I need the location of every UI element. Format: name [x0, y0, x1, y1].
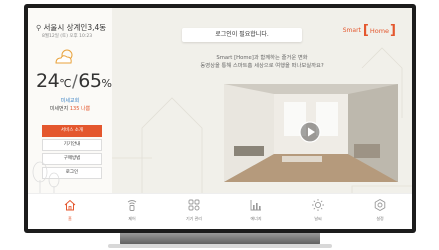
nav-label-home: 홈: [68, 216, 72, 221]
tree-decoration-icon: [32, 161, 60, 193]
nav-item-weather[interactable]: 날씨: [298, 198, 338, 226]
location: ⚲ 서울시 상계인3,4동: [36, 22, 106, 33]
main-panel: 로그인이 필요합니다. Smart [ Home ] Smart [Home]과…: [112, 8, 412, 193]
nav-item-settings[interactable]: 설정: [360, 198, 400, 226]
location-text: 서울시 상계인3,4동: [43, 23, 107, 32]
temperature-value: 24: [36, 70, 60, 92]
settings-icon: [374, 198, 386, 212]
login-required-banner[interactable]: 로그인이 필요합니다.: [182, 28, 302, 42]
tv-stand-shadow: [108, 244, 332, 248]
promo-line-2: 동영상을 통해 스마트홈 세상으로 여행을 떠나보실까요?: [200, 63, 324, 69]
bracket-right-icon: ]: [390, 23, 396, 38]
nav-item-home[interactable]: 홈: [50, 198, 90, 226]
play-icon[interactable]: [299, 121, 321, 143]
location-pin-icon: ⚲: [36, 24, 42, 32]
nav-label-weather: 날씨: [314, 216, 322, 221]
dust-label: 미세먼지: [49, 106, 69, 112]
promo-text: Smart [Home]과 함께하는 즐거운 변화 동영상을 통해 스마트홈 세…: [167, 54, 357, 70]
nav-item-energy[interactable]: 에너지: [236, 198, 276, 226]
brand-name: Home: [369, 26, 390, 35]
humidity-value: 65: [78, 70, 102, 92]
home-icon: [64, 199, 76, 211]
nav-label-control: 제어: [128, 216, 136, 221]
air-quality-label: 미세교회: [60, 98, 80, 104]
humidity-unit: %: [101, 77, 112, 90]
promo-line-1: Smart [Home]과 함께하는 즐거운 변화: [216, 55, 308, 61]
menu-service-intro-button[interactable]: 서비스 소개: [42, 125, 102, 137]
nav-item-control[interactable]: 제어: [112, 198, 152, 226]
nav-item-device-manage[interactable]: 기기 관리: [174, 198, 214, 226]
intro-video-player[interactable]: [224, 84, 398, 182]
bottom-navigation: 홈 제어 기기 관리 에너지 날씨 설정: [28, 193, 412, 229]
nav-label-device-manage: 기기 관리: [186, 216, 202, 221]
temperature-unit: ℃: [59, 77, 72, 90]
partly-cloudy-icon: [55, 49, 73, 64]
weather-sun-icon: [312, 199, 324, 211]
brand-logo: Smart [ Home ]: [343, 24, 396, 37]
menu-device-guide-button[interactable]: 기기안내: [42, 139, 102, 151]
device-manage-icon: [188, 199, 200, 211]
separator: /: [72, 72, 78, 92]
nav-label-settings: 설정: [376, 216, 384, 221]
brand-prefix: Smart: [342, 27, 361, 34]
tv-screen: ⚲ 서울시 상계인3,4동 8월12일 (토) 오후 10:23 24℃/65%…: [28, 8, 412, 229]
dust-level: 미세먼지 135 나쁨: [28, 105, 112, 112]
energy-chart-icon: [250, 200, 261, 211]
dust-value: 135 나쁨: [69, 106, 91, 112]
status-panel: ⚲ 서울시 상계인3,4동 8월12일 (토) 오후 10:23 24℃/65%…: [28, 8, 112, 193]
nav-label-energy: 에너지: [250, 216, 262, 221]
bracket-left-icon: [: [362, 23, 369, 38]
datetime: 8월12일 (토) 오후 10:23: [42, 34, 93, 39]
temperature-humidity: 24℃/65%: [36, 70, 112, 92]
control-icon: [127, 200, 137, 211]
